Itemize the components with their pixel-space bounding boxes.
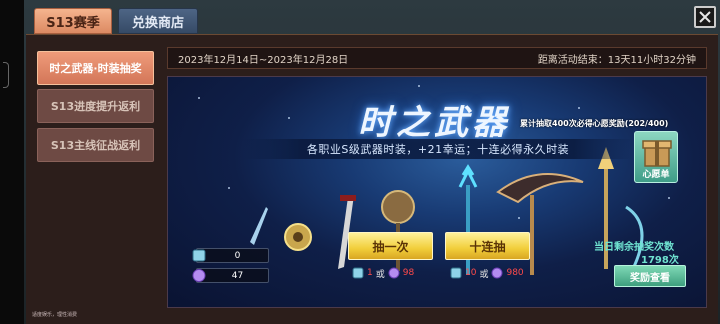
- gem-count: 47: [231, 270, 244, 281]
- daily-remaining-count: 1798次: [641, 255, 679, 266]
- tab-season[interactable]: S13赛季: [34, 8, 112, 34]
- gear-blade-icon: [284, 223, 312, 251]
- banner-title: 时之武器: [358, 103, 510, 143]
- wish-progress-text: 累计抽取400次必得心愿奖励(202/400): [520, 119, 669, 128]
- ten-gem-cost: 980: [506, 268, 524, 278]
- single-ticket-cost: 1: [367, 268, 373, 278]
- ticket-count: 0: [234, 250, 241, 261]
- ticket-icon: [352, 267, 364, 279]
- sidebar-item-progress-rebate[interactable]: S13进度提升返利: [37, 89, 154, 123]
- gift-box-icon: [642, 140, 672, 167]
- ticket-icon: [450, 267, 462, 279]
- sidebar-item-time-weapon-lottery[interactable]: 时之武器·时装抽奖: [37, 51, 154, 85]
- gem-icon: [491, 267, 503, 279]
- event-date-range: 2023年12月14日~2023年12月28日: [178, 54, 349, 66]
- ten-ticket-cost: 10: [465, 268, 477, 278]
- ticket-icon: [192, 249, 206, 262]
- footer-note: 适度娱乐，理性消费: [32, 312, 78, 318]
- gem-icon: [388, 267, 400, 279]
- or-label: 或: [479, 269, 489, 280]
- pull-tab-handle[interactable]: [3, 62, 9, 88]
- left-edge-strip: [0, 0, 24, 324]
- event-date-bar: 2023年12月14日~2023年12月28日 距离活动结束：13天11小时32…: [167, 47, 707, 69]
- lottery-banner: 时之武器 累计抽取400次必得心愿奖励(202/400) 各职业S级武器时装，+…: [167, 76, 707, 308]
- sidebar-item-mainline-rebate[interactable]: S13主线征战返利: [37, 128, 154, 162]
- event-countdown: 距离活动结束：13天11小时32分钟: [537, 54, 696, 66]
- ticket-counter: 0: [192, 248, 269, 263]
- or-label: 或: [375, 269, 385, 280]
- draw-once-button[interactable]: 抽一次: [348, 232, 433, 260]
- single-draw-cost: 1 或 98: [352, 266, 414, 280]
- draw-ten-button[interactable]: 十连抽: [445, 232, 530, 260]
- ten-draw-cost: 10 或 980: [450, 266, 524, 280]
- wish-list-label: 心愿单: [642, 170, 670, 180]
- close-icon: [699, 11, 711, 23]
- view-rewards-button[interactable]: 奖励查看: [614, 265, 686, 287]
- single-gem-cost: 98: [402, 268, 415, 278]
- gem-icon: [192, 269, 206, 282]
- gem-counter: 47: [192, 268, 269, 283]
- sword-icon: [250, 207, 268, 245]
- banner-subtitle: 各职业S级武器时装，+21幸运；十连必得永久时装: [243, 139, 633, 159]
- tab-exchange-shop[interactable]: 兑换商店: [118, 8, 198, 34]
- wish-list-button[interactable]: 心愿单: [634, 131, 678, 183]
- close-button[interactable]: [694, 6, 716, 28]
